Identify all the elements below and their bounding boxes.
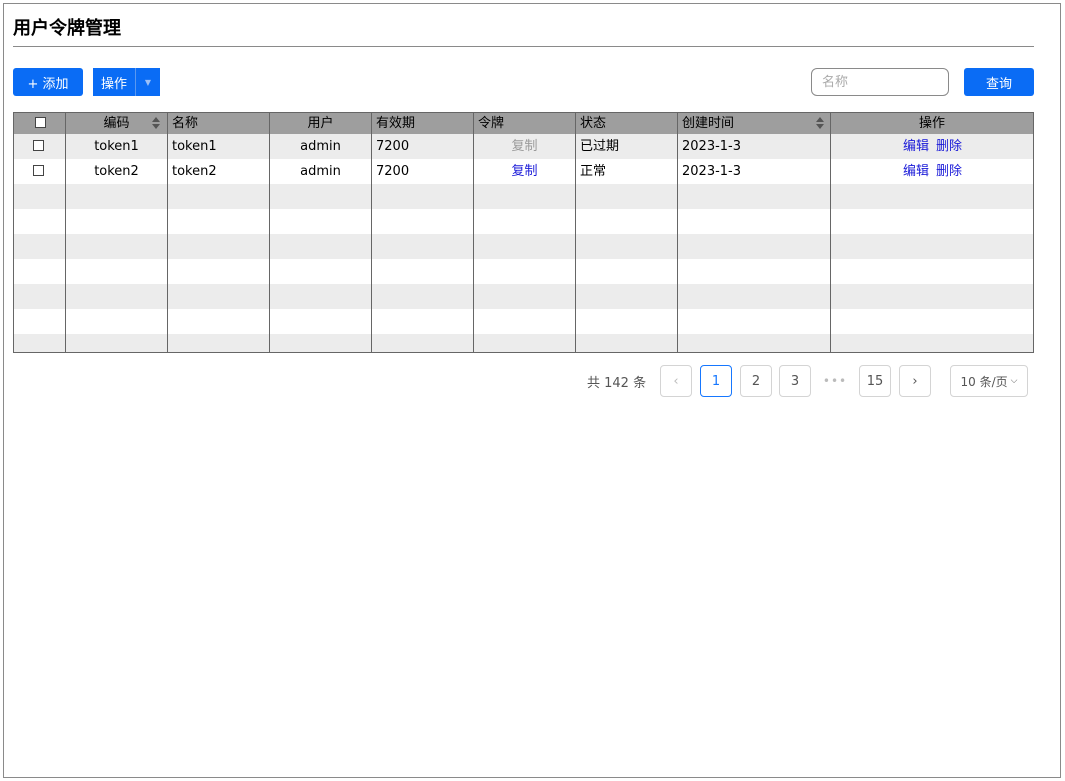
- column-divider: [371, 113, 372, 352]
- page-size-label: 10 条/页: [960, 374, 1008, 389]
- page-button-3[interactable]: 3: [779, 365, 811, 397]
- cell-user: admin: [300, 139, 341, 154]
- column-divider: [575, 113, 576, 352]
- operations-label: 操作: [100, 76, 127, 92]
- sort-icon[interactable]: [152, 117, 160, 130]
- page-size-select[interactable]: 10 条/页 ⌵: [950, 365, 1028, 397]
- page-ellipsis[interactable]: •••: [819, 365, 851, 397]
- chevron-left-icon: ‹: [673, 373, 679, 389]
- cell-code: token1: [94, 139, 139, 154]
- cell-created: 2023-1-3: [682, 139, 742, 154]
- column-divider: [167, 113, 168, 352]
- prev-page-button[interactable]: ‹: [660, 365, 692, 397]
- header-status: 状态: [580, 116, 607, 131]
- header-token: 令牌: [478, 116, 505, 131]
- chevron-down-icon: ⌵: [1010, 376, 1018, 386]
- page-title: 用户令牌管理: [13, 18, 121, 39]
- search-input[interactable]: [811, 68, 949, 96]
- add-button[interactable]: + 添加: [13, 68, 83, 96]
- cell-validity: 7200: [376, 164, 410, 179]
- copy-token-link[interactable]: 复制: [474, 136, 575, 157]
- cell-user: admin: [300, 164, 341, 179]
- operations-dropdown-button[interactable]: 操作 ▼: [93, 68, 160, 96]
- delete-link[interactable]: 删除: [936, 136, 962, 157]
- total-count: 共 142 条: [587, 376, 647, 391]
- select-all-checkbox[interactable]: [35, 117, 46, 128]
- edit-link[interactable]: 编辑: [903, 136, 929, 157]
- cell-created: 2023-1-3: [682, 164, 742, 179]
- header-actions: 操作: [918, 116, 945, 131]
- delete-link[interactable]: 删除: [936, 161, 962, 182]
- header-name: 名称: [172, 116, 199, 131]
- cell-name: token2: [172, 164, 217, 179]
- column-divider: [677, 113, 678, 352]
- cell-status: 已过期: [580, 139, 620, 154]
- cell-code: token2: [94, 164, 139, 179]
- query-button[interactable]: 查询: [964, 68, 1034, 96]
- page-button-1[interactable]: 1: [700, 365, 732, 397]
- copy-token-link[interactable]: 复制: [474, 161, 575, 182]
- title-divider: [13, 46, 1034, 47]
- chevron-right-icon: ›: [912, 373, 918, 389]
- header-created[interactable]: 创建时间: [682, 113, 734, 134]
- cell-validity: 7200: [376, 139, 410, 154]
- chevron-down-icon[interactable]: ▼: [136, 78, 160, 87]
- column-divider: [830, 113, 831, 352]
- edit-link[interactable]: 编辑: [903, 161, 929, 182]
- row-checkbox[interactable]: [33, 165, 44, 176]
- row-checkbox[interactable]: [33, 140, 44, 151]
- cell-name: token1: [172, 139, 217, 154]
- token-table: 编码 名称 用户 有效期 令牌 状态 创建时间 操作 token1 token1…: [13, 112, 1034, 353]
- header-user: 用户: [307, 116, 334, 131]
- cell-status: 正常: [580, 164, 607, 179]
- header-validity: 有效期: [376, 116, 416, 131]
- sort-icon[interactable]: [816, 117, 824, 130]
- page-button-2[interactable]: 2: [740, 365, 772, 397]
- page-button-15[interactable]: 15: [859, 365, 891, 397]
- next-page-button[interactable]: ›: [899, 365, 931, 397]
